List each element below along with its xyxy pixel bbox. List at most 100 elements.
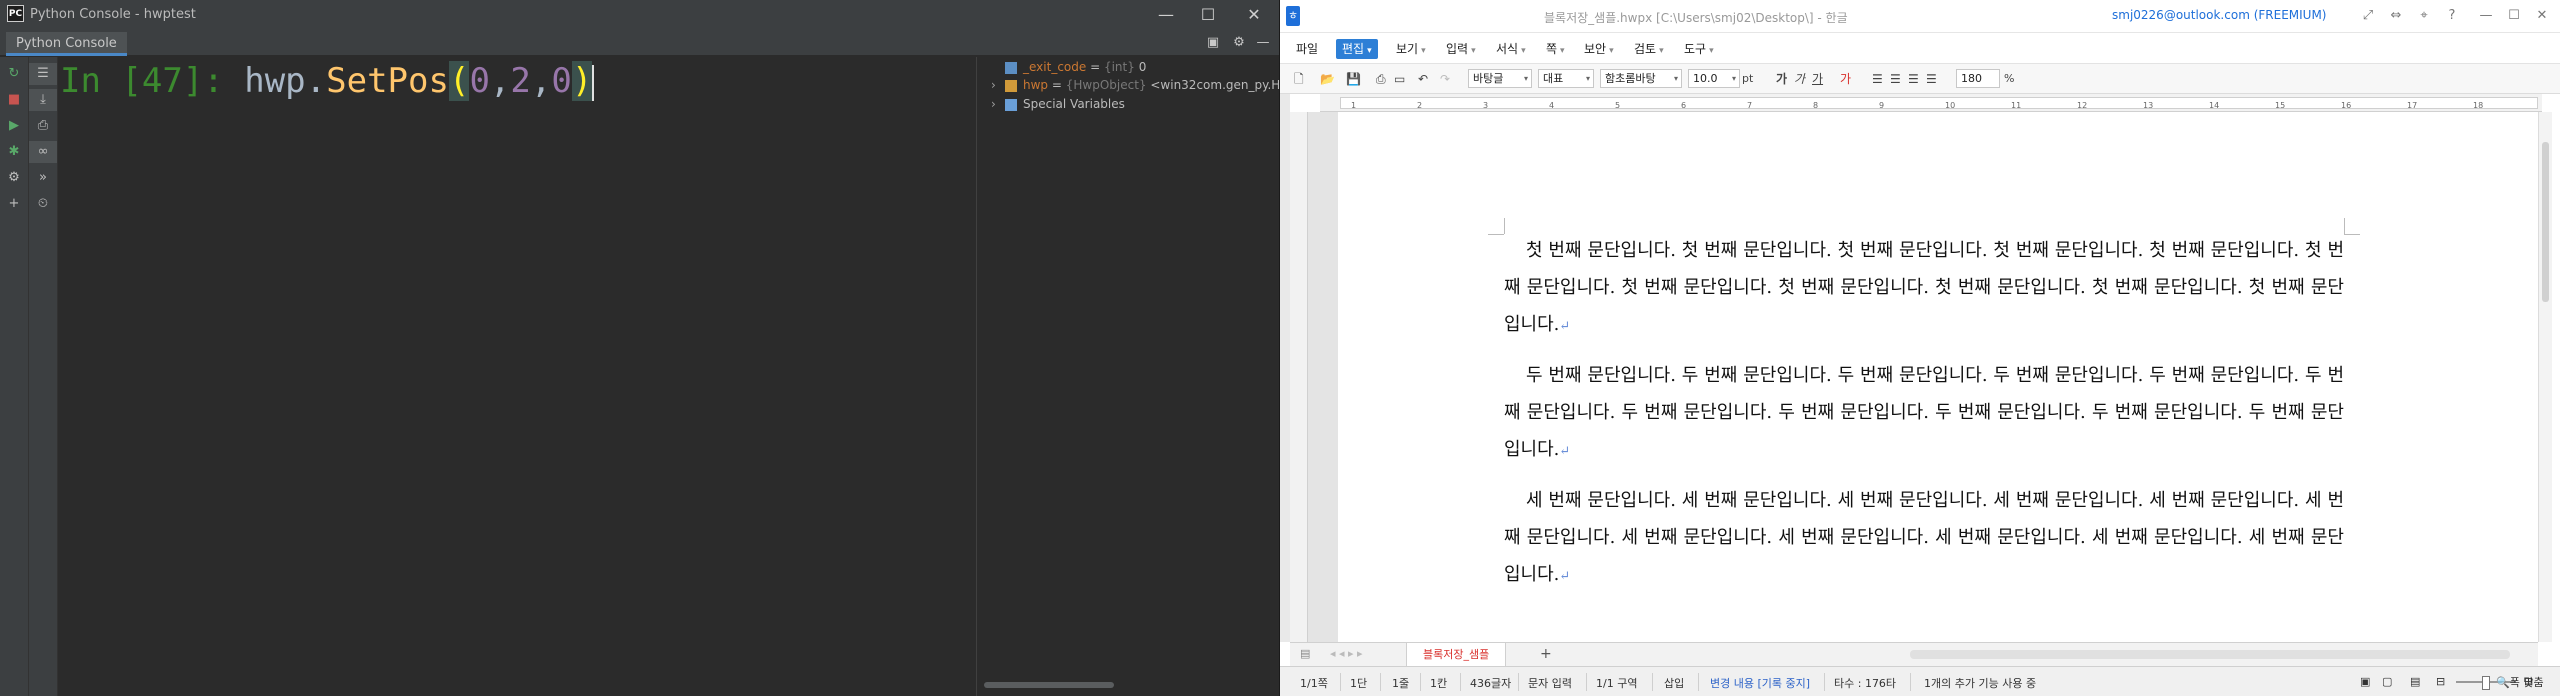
history-icon[interactable]: ⏲ bbox=[29, 193, 57, 215]
menu-edit[interactable]: 편집 ▾ bbox=[1336, 39, 1378, 59]
minimize-button[interactable]: — bbox=[2472, 4, 2500, 28]
size-unit[interactable]: pt bbox=[1742, 70, 1753, 88]
align-left-icon[interactable]: ☰ bbox=[1890, 70, 1901, 88]
console-toolbar-secondary: ☰ ⤓ ⎙ ∞ » ⏲ bbox=[28, 57, 58, 696]
menu-format[interactable]: 서식 ▾ bbox=[1490, 39, 1532, 59]
expand-arrow-icon[interactable]: › bbox=[991, 97, 1005, 111]
help-icon[interactable]: ? bbox=[2438, 4, 2466, 28]
scroll-to-end-icon[interactable]: ⤓ bbox=[29, 89, 57, 111]
layout-icon[interactable]: ▣ bbox=[1204, 34, 1222, 52]
execute-icon[interactable]: ▶ bbox=[0, 115, 28, 137]
font-color-icon[interactable]: 가 bbox=[1840, 70, 1851, 88]
align-center-icon[interactable]: ☰ bbox=[1908, 70, 1919, 88]
pin-icon[interactable]: ⌖ bbox=[2410, 4, 2438, 28]
hide-panel-icon[interactable]: — bbox=[1254, 34, 1272, 52]
status-input-mode[interactable]: 문자 입력 bbox=[1528, 675, 1572, 691]
view-mode-icon[interactable]: ▢ bbox=[2382, 675, 2392, 688]
add-tab-icon[interactable]: + bbox=[1540, 646, 1552, 662]
ruler-tick: 11 bbox=[2011, 101, 2022, 110]
menu-security[interactable]: 보안 ▾ bbox=[1578, 39, 1620, 59]
variable-row-special[interactable]: › Special Variables bbox=[991, 97, 1125, 115]
gear-icon[interactable]: ⚙ bbox=[1230, 34, 1248, 52]
variable-value: 0 bbox=[1134, 60, 1147, 74]
document-horizontal-scrollbar[interactable] bbox=[1910, 650, 2510, 659]
view-mode-icon[interactable]: ▤ bbox=[2410, 675, 2420, 688]
variable-row-exit-code[interactable]: _exit_code = {int} 0 bbox=[991, 60, 1146, 78]
paragraph-3[interactable]: 세 번째 문단입니다. 세 번째 문단입니다. 세 번째 문단입니다. 세 번째… bbox=[1504, 482, 2344, 595]
status-insert[interactable]: 삽입 bbox=[1664, 675, 1684, 691]
zoom-fit-button[interactable]: 🔍폭 맞춤 bbox=[2496, 674, 2544, 690]
tab-python-console[interactable]: Python Console bbox=[6, 32, 127, 56]
scroll-thumb[interactable] bbox=[2542, 142, 2549, 302]
maximize-button[interactable]: ☐ bbox=[1190, 2, 1226, 28]
variable-row-hwp[interactable]: › hwp = {HwpObject} <win32com.gen_py.HwpC bbox=[991, 78, 1306, 96]
underline-icon[interactable]: 가 bbox=[1812, 70, 1823, 88]
tab-nav-arrows[interactable]: ◂ ◂ ▸ ▸ bbox=[1330, 647, 1363, 660]
menu-view[interactable]: 보기 ▾ bbox=[1390, 39, 1432, 59]
add-icon[interactable]: + bbox=[0, 193, 28, 215]
font-size-input[interactable]: 10.0 ▾ bbox=[1688, 69, 1740, 88]
save-icon[interactable]: 💾 bbox=[1346, 70, 1361, 88]
maximize-button[interactable]: ☐ bbox=[2500, 4, 2528, 28]
vertical-ruler[interactable] bbox=[1290, 112, 1308, 642]
show-variables-icon[interactable]: ∞ bbox=[29, 141, 57, 163]
expand-arrow-icon[interactable]: › bbox=[991, 78, 1005, 92]
align-justify-icon[interactable]: ☰ bbox=[1872, 70, 1883, 88]
restore-icon[interactable]: ⇔ bbox=[2382, 4, 2410, 28]
menu-insert[interactable]: 입력 ▾ bbox=[1440, 39, 1482, 59]
zoom-slider-handle[interactable] bbox=[2482, 676, 2490, 690]
close-button[interactable]: ✕ bbox=[1236, 2, 1272, 28]
minimize-button[interactable]: — bbox=[1148, 2, 1184, 28]
tab-list-icon[interactable]: ▤ bbox=[1300, 647, 1310, 660]
italic-icon[interactable]: 가 bbox=[1794, 70, 1805, 88]
view-mode-icon[interactable]: ▣ bbox=[2360, 675, 2370, 688]
command-queue-icon[interactable]: » bbox=[29, 167, 57, 189]
redo-icon[interactable]: ↷ bbox=[1440, 70, 1450, 88]
undo-icon[interactable]: ↶ bbox=[1418, 70, 1428, 88]
ruler-tick: 6 bbox=[1681, 101, 1687, 110]
console-input-line[interactable]: In [47]: hwp.SetPos(0,2,0) bbox=[60, 61, 595, 101]
hwp-toolbar: 🗋 📂 💾 ⎙ ▭ ↶ ↷ 바탕글 ▾ 대표 ▾ 함초롬바탕 ▾ 10.0 ▾ pt 가… bbox=[1280, 64, 2560, 94]
style-select[interactable]: 바탕글 ▾ bbox=[1468, 69, 1532, 88]
variables-scrollbar[interactable] bbox=[984, 682, 1114, 688]
zoom-input[interactable]: 180 bbox=[1956, 69, 2000, 88]
document-page[interactable]: 첫 번째 문단입니다. 첫 번째 문단입니다. 첫 번째 문단입니다. 첫 번째… bbox=[1338, 112, 2538, 642]
status-track-changes[interactable]: 변경 내용 [기록 중지] bbox=[1710, 675, 1810, 691]
menu-review[interactable]: 검토 ▾ bbox=[1628, 39, 1670, 59]
font-select[interactable]: 함초롬바탕 ▾ bbox=[1600, 69, 1682, 88]
preview-icon[interactable]: ▭ bbox=[1394, 70, 1405, 88]
menu-file[interactable]: 파일 bbox=[1290, 39, 1324, 59]
para-style-select[interactable]: 대표 ▾ bbox=[1538, 69, 1594, 88]
horizontal-ruler[interactable]: 1 2 3 4 5 6 7 8 9 10 11 12 13 14 15 16 1… bbox=[1320, 94, 2542, 112]
close-button[interactable]: ✕ bbox=[2528, 4, 2556, 28]
stop-icon[interactable]: ■ bbox=[0, 89, 28, 111]
print-icon[interactable]: ⎙ bbox=[1376, 70, 1386, 88]
paragraph-1[interactable]: 첫 번째 문단입니다. 첫 번째 문단입니다. 첫 번째 문단입니다. 첫 번째… bbox=[1504, 232, 2344, 345]
status-addons[interactable]: 1개의 추가 기능 사용 중 bbox=[1924, 675, 2036, 691]
zoom-unit[interactable]: % bbox=[2004, 70, 2014, 88]
print-icon[interactable]: ⎙ bbox=[29, 115, 57, 137]
console-editor[interactable]: In [47]: hwp.SetPos(0,2,0) bbox=[58, 57, 976, 696]
soft-wrap-icon[interactable]: ☰ bbox=[29, 63, 57, 85]
menu-tools[interactable]: 도구 ▾ bbox=[1678, 39, 1720, 59]
bold-icon[interactable]: 가 bbox=[1776, 70, 1787, 88]
settings-icon[interactable]: ⚙ bbox=[0, 167, 28, 189]
variable-name: _exit_code bbox=[1023, 60, 1087, 74]
code-open-paren: ( bbox=[448, 61, 470, 101]
paragraph-2[interactable]: 두 번째 문단입니다. 두 번째 문단입니다. 두 번째 문단입니다. 두 번째… bbox=[1504, 357, 2344, 470]
zoom-out-icon[interactable]: ⊟ bbox=[2436, 675, 2445, 688]
open-icon[interactable]: 📂 bbox=[1320, 70, 1335, 88]
user-account[interactable]: smj0226@outlook.com (FREEMIUM) bbox=[2112, 8, 2327, 22]
rerun-icon[interactable]: ↻ bbox=[0, 63, 28, 85]
document-vertical-scrollbar[interactable] bbox=[2538, 112, 2552, 642]
align-right-icon[interactable]: ☰ bbox=[1926, 70, 1937, 88]
debug-icon[interactable]: ✱ bbox=[0, 141, 28, 163]
expand-icon[interactable]: ⤢ bbox=[2354, 4, 2382, 28]
menu-page[interactable]: 쪽 ▾ bbox=[1540, 39, 1571, 59]
ruler-tick: 12 bbox=[2077, 101, 2088, 110]
status-column: 1단 bbox=[1350, 677, 1368, 690]
tab-document[interactable]: 블록저장_샘플 bbox=[1406, 643, 1507, 667]
new-doc-icon[interactable]: 🗋 bbox=[1294, 70, 1304, 88]
document-canvas[interactable]: 첫 번째 문단입니다. 첫 번째 문단입니다. 첫 번째 문단입니다. 첫 번째… bbox=[1308, 112, 2538, 642]
ruler-tick: 17 bbox=[2407, 101, 2418, 110]
